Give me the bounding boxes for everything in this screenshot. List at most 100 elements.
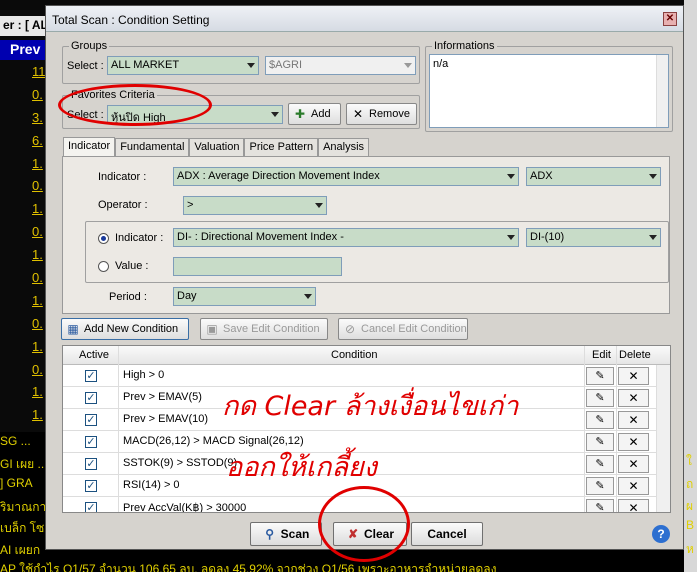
bg-news-line: ] GRA [0,476,33,490]
groups-select-label: Select : [67,60,104,72]
delete-x-icon[interactable]: ✕ [618,433,649,451]
bg-news-line: ผ [686,499,694,513]
informations-title: Informations [432,40,497,52]
delete-x-icon[interactable]: ✕ [618,367,649,385]
chevron-down-icon [507,235,515,240]
indicator-radio[interactable] [98,233,109,244]
condition-text: High > 0 [123,369,165,381]
active-checkbox[interactable]: ✓ [85,392,97,404]
cancel-edit-condition-button[interactable]: ⊘ Cancel Edit Condition [338,318,468,340]
indicator-param-select[interactable]: ADX [526,167,661,186]
active-checkbox[interactable]: ✓ [85,370,97,382]
indicator-param-value: ADX [530,170,553,182]
tab-indicator[interactable]: Indicator [63,137,116,157]
market-select[interactable]: ALL MARKET [107,56,259,75]
add-new-condition-button[interactable]: ▦ Add New Condition [61,318,189,340]
indicator-select[interactable]: ADX : Average Direction Movement Index [173,167,519,186]
edit-pencil-icon[interactable]: ✎ [586,389,614,407]
add-favorite-button[interactable]: ✚ Add [288,103,341,125]
bg-news-line: ถ [686,477,694,491]
cancel-edit-condition-label: Cancel Edit Condition [361,323,467,335]
add-new-condition-label: Add New Condition [84,323,179,335]
delete-x-icon[interactable]: ✕ [618,499,649,512]
bg-value: 11. [32,64,50,79]
edit-pencil-icon[interactable]: ✎ [586,477,614,495]
indicator-tab-panel: Indicator : ADX : Average Direction Move… [62,156,670,314]
edit-pencil-icon[interactable]: ✎ [586,433,614,451]
condition-text: Prev AccVal(K฿) > 30000 [123,502,247,513]
grid-scrollbar[interactable] [656,365,670,512]
value-field[interactable] [173,257,342,276]
bg-news-line: เบล็ก โซ [0,521,45,535]
bg-value: 6. [32,132,43,148]
edit-pencil-icon[interactable]: ✎ [586,455,614,473]
active-checkbox[interactable]: ✓ [85,414,97,426]
bg-prev-column-header: Prev [0,40,50,60]
help-icon[interactable]: ? [652,525,670,543]
chevron-down-icon [315,203,323,208]
save-edit-condition-button[interactable]: ▣ Save Edit Condition [200,318,328,340]
tab-valuation[interactable]: Valuation [189,138,245,156]
chevron-down-icon [649,235,657,240]
sub-group-select-value: $AGRI [269,59,303,71]
bg-news-line: AI เผยก [0,543,41,557]
active-checkbox[interactable]: ✓ [85,480,97,492]
bg-news-line: ห [686,542,694,556]
value-radio[interactable] [98,261,109,272]
scan-button[interactable]: ⚲ Scan [250,522,322,546]
chevron-down-icon [404,63,412,68]
condition-text: Prev > EMAV(5) [123,391,202,403]
cancel-icon: ⊘ [344,322,356,336]
active-checkbox[interactable]: ✓ [85,436,97,448]
bg-value: 1. [32,338,43,354]
add-icon: ✚ [294,107,306,121]
compare-param-select[interactable]: DI-(10) [526,228,661,247]
active-checkbox[interactable]: ✓ [85,502,97,512]
active-checkbox[interactable]: ✓ [85,458,97,470]
save-icon: ▣ [206,322,218,336]
informations-value: n/a [433,58,449,70]
search-icon: ⚲ [265,527,275,541]
edit-pencil-icon[interactable]: ✎ [586,499,614,512]
period-label: Period : [109,291,147,303]
bg-value: 3. [32,109,43,125]
grid-header-condition: Condition [331,349,378,361]
remove-favorite-button[interactable]: ✕ Remove [346,103,417,125]
grid-header-edit: Edit [592,349,611,361]
add-favorite-label: Add [311,108,331,120]
tab-fundamental[interactable]: Fundamental [115,138,190,156]
condition-text: Prev > EMAV(10) [123,413,209,425]
delete-x-icon[interactable]: ✕ [618,477,649,495]
bg-value: 1. [32,247,43,263]
condition-text: SSTOK(9) > SSTOD(9) [123,457,238,469]
close-button[interactable]: ✕ [663,12,677,26]
chevron-down-icon [247,63,255,68]
edit-pencil-icon[interactable]: ✎ [586,411,614,429]
delete-x-icon[interactable]: ✕ [618,455,649,473]
bg-news-line: ใ [686,454,692,468]
bg-news-line: GI เผย ... [0,457,48,471]
period-select[interactable]: Day [173,287,316,306]
informations-text[interactable]: n/a [429,54,669,128]
delete-x-icon[interactable]: ✕ [618,411,649,429]
cancel-button[interactable]: Cancel [411,522,483,546]
chevron-down-icon [304,294,312,299]
edit-pencil-icon[interactable]: ✎ [586,367,614,385]
sub-group-select[interactable]: $AGRI [265,56,416,75]
bg-header-label: er : [ AL [0,16,50,36]
dialog-title[interactable]: Total Scan : Condition Setting [46,6,683,32]
bg-value: 1. [32,201,43,217]
tab-analysis[interactable]: Analysis [318,138,370,156]
delete-x-icon[interactable]: ✕ [618,389,649,407]
bg-value: 0. [32,178,43,194]
bg-prev-values: 11. 0. 3. 6. 1. 0. 1. 0. 1. 0. 1. 0. 1. … [0,64,50,430]
operator-select[interactable]: > [183,196,327,215]
operator-label: Operator : [98,199,148,211]
bg-news-line: AP ใช้กำไร Q1/57 จำนวน 106.65 ลบ. ลดลง 4… [0,562,497,572]
compare-indicator-select[interactable]: DI- : Directional Movement Index - [173,228,519,247]
annotation-text-line2: ออกให้เกลี้ยง [226,452,377,483]
criteria-tabs: Indicator Fundamental Valuation Price Pa… [63,137,370,157]
informations-scrollbar[interactable] [656,55,668,127]
market-select-value: ALL MARKET [111,59,180,71]
tab-price-pattern[interactable]: Price Pattern [244,138,319,156]
